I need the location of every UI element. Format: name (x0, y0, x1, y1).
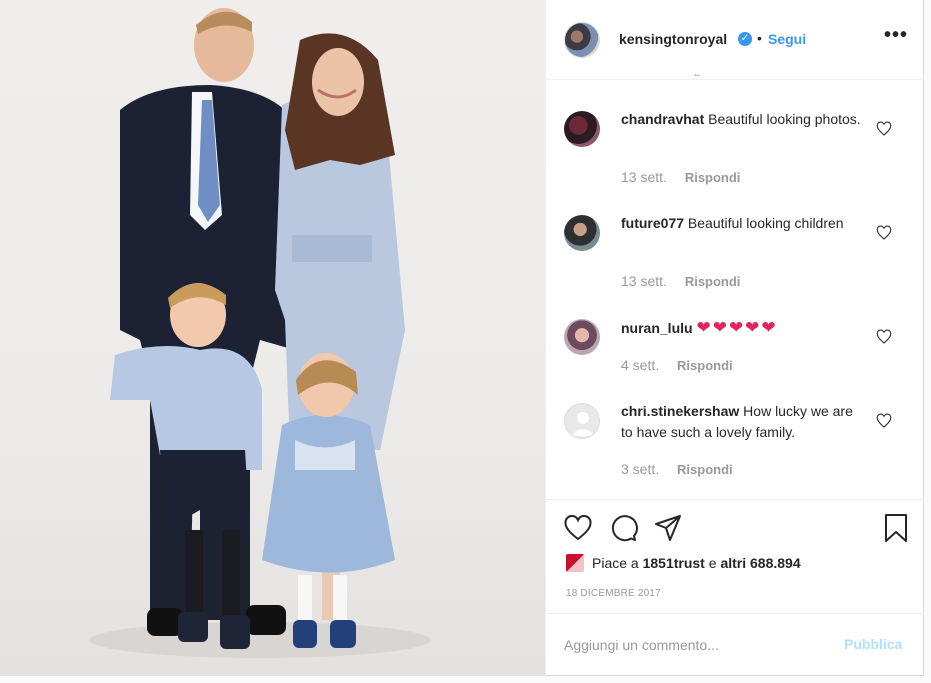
separator-dot: • (757, 30, 762, 46)
account-username[interactable]: kensingtonroyal (619, 31, 727, 47)
comment-username[interactable]: nuran_lulu (621, 320, 693, 336)
bookmark-icon[interactable] (881, 513, 911, 543)
comment-meta: 3 sett. Rispondi (621, 461, 733, 477)
comment-body: Beautiful looking children (687, 215, 844, 231)
publish-button[interactable]: Pubblica (844, 636, 902, 652)
comment-body: Beautiful looking photos. (708, 111, 861, 127)
comment-text: future077 Beautiful looking children (621, 213, 861, 234)
follow-button[interactable]: Segui (768, 31, 806, 47)
comment-like-heart-icon[interactable] (876, 121, 892, 137)
post-actions: Piace a 1851trust e altri 688.894 18 DIC… (546, 499, 924, 613)
family-photo-illustration (90, 8, 430, 658)
likes-summary[interactable]: Piace a 1851trust e altri 688.894 (566, 554, 801, 572)
comment-text: nuran_lulu ❤❤❤❤❤ (621, 317, 861, 339)
add-comment-bar: Pubblica (546, 613, 924, 676)
comment-time[interactable]: 13 sett. (621, 169, 667, 185)
comment-like-heart-icon[interactable] (876, 413, 892, 429)
liker-username[interactable]: 1851trust (643, 555, 705, 571)
comment-like-heart-icon[interactable] (876, 225, 892, 241)
commenter-avatar[interactable] (564, 215, 600, 251)
comment-text: chri.stinekershaw How lucky we are to ha… (621, 401, 861, 443)
post-header: kensingtonroyal ✓ • Segui ••• p (546, 0, 924, 80)
reply-button[interactable]: Rispondi (677, 462, 733, 477)
verified-icon: ✓ (738, 32, 752, 46)
comment-like-heart-icon[interactable] (876, 329, 892, 345)
comment-username[interactable]: chandravhat (621, 111, 704, 127)
reply-button[interactable]: Rispondi (685, 170, 741, 185)
comment-input[interactable] (564, 634, 824, 656)
comment-list[interactable]: chandravhat Beautiful looking photos. 13… (546, 81, 924, 499)
reply-button[interactable]: Rispondi (685, 274, 741, 289)
comment-username[interactable]: chri.stinekershaw (621, 403, 739, 419)
share-icon[interactable] (653, 513, 683, 543)
post-date[interactable]: 18 DICEMBRE 2017 (566, 588, 661, 599)
post-card: kensingtonroyal ✓ • Segui ••• p chandrav… (0, 0, 924, 676)
comment-body-hearts: ❤❤❤❤❤ (696, 318, 778, 337)
comment-username[interactable]: future077 (621, 215, 684, 231)
comment-meta: 13 sett. Rispondi (621, 169, 740, 185)
post-sidebar: kensingtonroyal ✓ • Segui ••• p chandrav… (545, 0, 924, 676)
likes-others-count[interactable]: altri 688.894 (720, 555, 800, 571)
commenter-avatar[interactable] (564, 111, 600, 147)
commenter-avatar-default[interactable] (564, 403, 600, 439)
default-avatar-icon (571, 412, 595, 436)
heart-icon[interactable] (563, 513, 593, 543)
truncated-caption-text: p (694, 70, 724, 76)
comment-time[interactable]: 4 sett. (621, 357, 659, 373)
comment-meta: 4 sett. Rispondi (621, 357, 733, 373)
comment-meta: 13 sett. Rispondi (621, 273, 740, 289)
likes-middle: e (708, 555, 717, 571)
commenter-avatar[interactable] (564, 319, 600, 355)
comment-icon[interactable] (608, 513, 638, 543)
liker-avatar[interactable] (566, 554, 584, 572)
account-avatar[interactable] (564, 22, 600, 58)
comment-time[interactable]: 3 sett. (621, 461, 659, 477)
post-photo[interactable] (0, 0, 545, 676)
comment-time[interactable]: 13 sett. (621, 273, 667, 289)
comment-text: chandravhat Beautiful looking photos. (621, 109, 861, 130)
reply-button[interactable]: Rispondi (677, 358, 733, 373)
likes-prefix: Piace a (592, 555, 639, 571)
more-icon[interactable]: ••• (884, 24, 908, 47)
